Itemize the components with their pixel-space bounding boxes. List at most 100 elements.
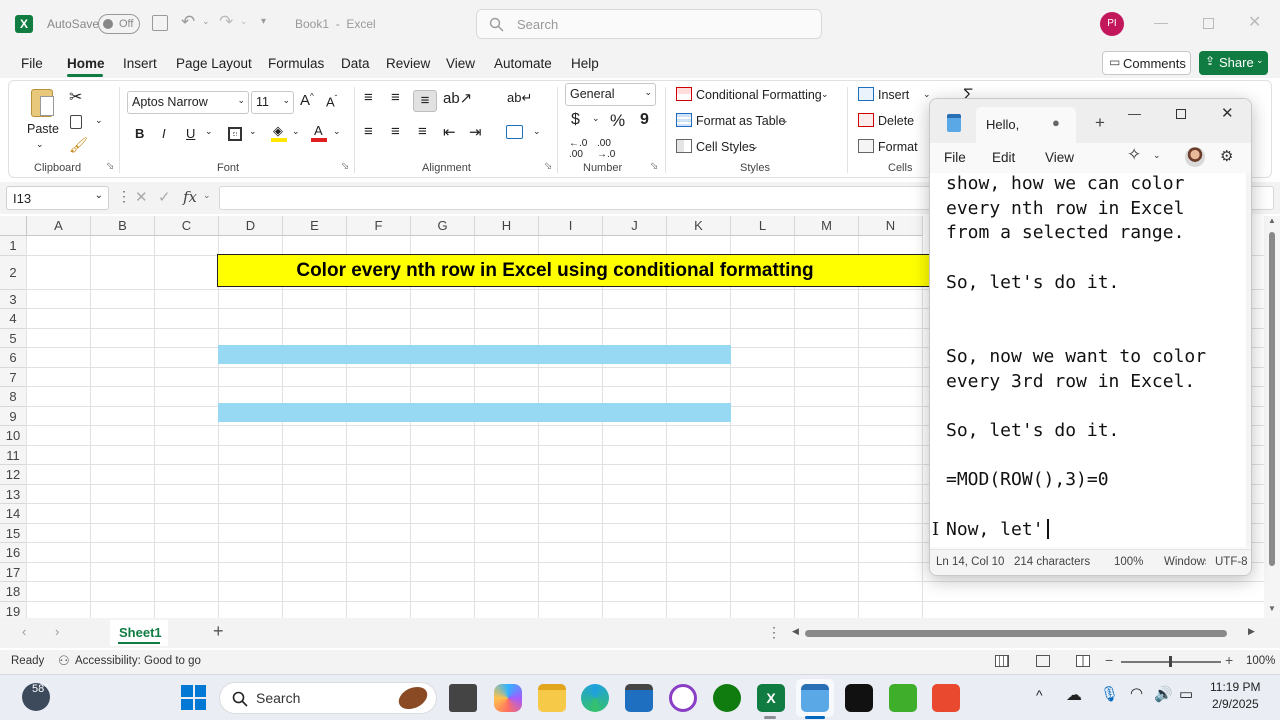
align-right-icon[interactable]: ≡ (418, 123, 427, 140)
clock-time[interactable]: 11:19 PM (1210, 680, 1260, 694)
new-tab-icon[interactable]: + (1095, 113, 1105, 133)
xbox-icon[interactable] (713, 684, 741, 712)
format-cells-button[interactable]: Format (878, 140, 918, 154)
paste-dropdown-icon[interactable]: ⌄ (36, 139, 44, 150)
notepad-text-area[interactable]: show, how we can color every nth row in E… (930, 173, 1251, 547)
row-header[interactable]: 19 (0, 601, 27, 618)
delete-cells-icon[interactable] (858, 113, 874, 127)
menu-insert[interactable]: Insert (123, 56, 157, 71)
vertical-scrollbar[interactable]: ▲ ▼ (1264, 216, 1280, 618)
copilot-icon[interactable]: ✧ (1127, 145, 1141, 165)
settings-gear-icon[interactable]: ⚙ (1220, 147, 1233, 165)
notepad-vertical-scrollbar[interactable] (1246, 173, 1251, 547)
font-size-select[interactable]: 11 ⌄ (251, 91, 294, 114)
percent-icon[interactable]: % (610, 111, 625, 131)
highlight-row-9[interactable] (218, 403, 731, 422)
notepad-close-icon[interactable]: ✕ (1221, 104, 1234, 122)
customize-qat-icon[interactable]: ▾ (261, 16, 266, 27)
row-header[interactable]: 13 (0, 484, 27, 504)
next-sheet-icon[interactable]: › (55, 624, 59, 639)
microphone-icon[interactable]: 🎙 (1100, 685, 1119, 703)
row-header[interactable]: 12 (0, 465, 27, 485)
undo-icon[interactable]: ↶ (181, 12, 195, 32)
scroll-up-icon[interactable]: ▲ (1268, 216, 1276, 225)
copilot-dropdown-icon[interactable]: ⌄ (1153, 150, 1161, 161)
scroll-right-icon[interactable]: ▶ (1248, 626, 1255, 637)
copy-icon[interactable] (70, 115, 82, 129)
alignment-launcher-icon[interactable]: ⬂ (544, 161, 552, 172)
zoom-in-icon[interactable]: + (1225, 652, 1233, 668)
fill-color-dropdown-icon[interactable]: ⌄ (292, 126, 300, 137)
accessibility-icon[interactable]: ⚇ (58, 653, 70, 669)
row-header[interactable]: 11 (0, 445, 27, 465)
add-sheet-icon[interactable]: + (213, 621, 224, 642)
font-name-select[interactable]: Aptos Narrow ⌄ (127, 91, 249, 114)
row-header[interactable]: 2 (0, 255, 27, 290)
font-color-icon[interactable]: A (311, 123, 327, 143)
clipboard-launcher-icon[interactable]: ⬂ (106, 161, 114, 172)
align-top-icon[interactable]: ≡ (364, 89, 373, 106)
row-header[interactable]: 9 (0, 406, 27, 426)
borders-icon[interactable] (228, 127, 242, 141)
row-header[interactable]: 10 (0, 426, 27, 446)
menu-help[interactable]: Help (571, 56, 599, 71)
menu-page-layout[interactable]: Page Layout (176, 56, 252, 71)
redo-icon[interactable]: ↷ (219, 12, 233, 32)
unsaved-dot-icon[interactable]: ● (1052, 115, 1060, 130)
notepad-tab[interactable]: Hello, ● (976, 107, 1076, 143)
row-header[interactable]: 7 (0, 367, 27, 387)
increase-font-icon[interactable]: A^ (300, 92, 314, 109)
comments-button[interactable]: ▭ Comments (1102, 51, 1191, 75)
minimize-icon[interactable]: — (1154, 14, 1168, 30)
wrap-text-icon[interactable]: ab↵ (507, 90, 532, 106)
column-header[interactable]: K (667, 216, 731, 236)
format-as-table-icon[interactable] (676, 113, 692, 127)
notepad-taskbar-icon[interactable] (801, 684, 829, 712)
align-left-icon[interactable]: ≡ (364, 123, 373, 140)
sheet-tab-sheet1[interactable]: Sheet1 (110, 620, 168, 646)
column-header[interactable]: C (155, 216, 219, 236)
row-header[interactable]: 6 (0, 348, 27, 368)
column-header[interactable]: J (603, 216, 667, 236)
green-app-icon[interactable] (889, 684, 917, 712)
row-header[interactable]: 4 (0, 309, 27, 329)
copy-dropdown-icon[interactable]: ⌄ (95, 115, 103, 126)
purple-app-icon[interactable] (669, 684, 697, 712)
notepad-window[interactable]: Hello, ● + — ✕ File Edit View ✧ ⌄ ⚙ show… (929, 98, 1252, 576)
line-ending[interactable]: Windows (CRLF) (1164, 556, 1206, 568)
highlight-row-6[interactable] (218, 345, 731, 364)
show-hidden-icons[interactable]: ^ (1036, 687, 1043, 703)
scroll-down-icon[interactable]: ▼ (1268, 604, 1276, 613)
menu-formulas[interactable]: Formulas (268, 56, 324, 71)
fx-dropdown-icon[interactable]: ⌄ (203, 190, 211, 201)
zoom-slider[interactable] (1121, 656, 1221, 667)
underline-dropdown-icon[interactable]: ⌄ (205, 126, 213, 137)
row-header[interactable]: 15 (0, 523, 27, 543)
align-center-icon[interactable]: ≡ (391, 123, 400, 140)
volume-icon[interactable]: 🔊 (1154, 685, 1173, 703)
decrease-indent-icon[interactable]: ⇤ (443, 123, 456, 141)
column-header[interactable]: N (859, 216, 923, 236)
column-header[interactable]: H (475, 216, 539, 236)
user-avatar[interactable] (1185, 147, 1205, 167)
encoding[interactable]: UTF-8 (1215, 556, 1248, 568)
notepad-zoom[interactable]: 100% (1114, 556, 1143, 568)
search-box[interactable]: Search (476, 9, 822, 39)
currency-icon[interactable]: $ (571, 111, 580, 129)
taskbar-search[interactable]: Search (219, 682, 437, 714)
format-cells-icon[interactable] (858, 139, 874, 153)
increase-indent-icon[interactable]: ⇥ (469, 123, 482, 141)
share-button[interactable]: ⇪ Share ⌄ (1199, 51, 1268, 75)
row-header[interactable]: 17 (0, 562, 27, 582)
notepad-menu-view[interactable]: View (1045, 150, 1074, 165)
normal-view-icon[interactable] (995, 655, 1009, 667)
title-cell[interactable]: Color every nth row in Excel using condi… (217, 254, 937, 287)
notepad-minimize-icon[interactable]: — (1128, 106, 1141, 121)
menu-view[interactable]: View (446, 56, 475, 71)
row-header[interactable]: 14 (0, 504, 27, 524)
copilot-app-icon[interactable] (494, 684, 522, 712)
zoom-slider-thumb[interactable] (1169, 656, 1172, 667)
column-header[interactable]: E (283, 216, 347, 236)
paste-icon[interactable] (31, 89, 54, 117)
vertical-scroll-thumb[interactable] (1269, 232, 1275, 566)
